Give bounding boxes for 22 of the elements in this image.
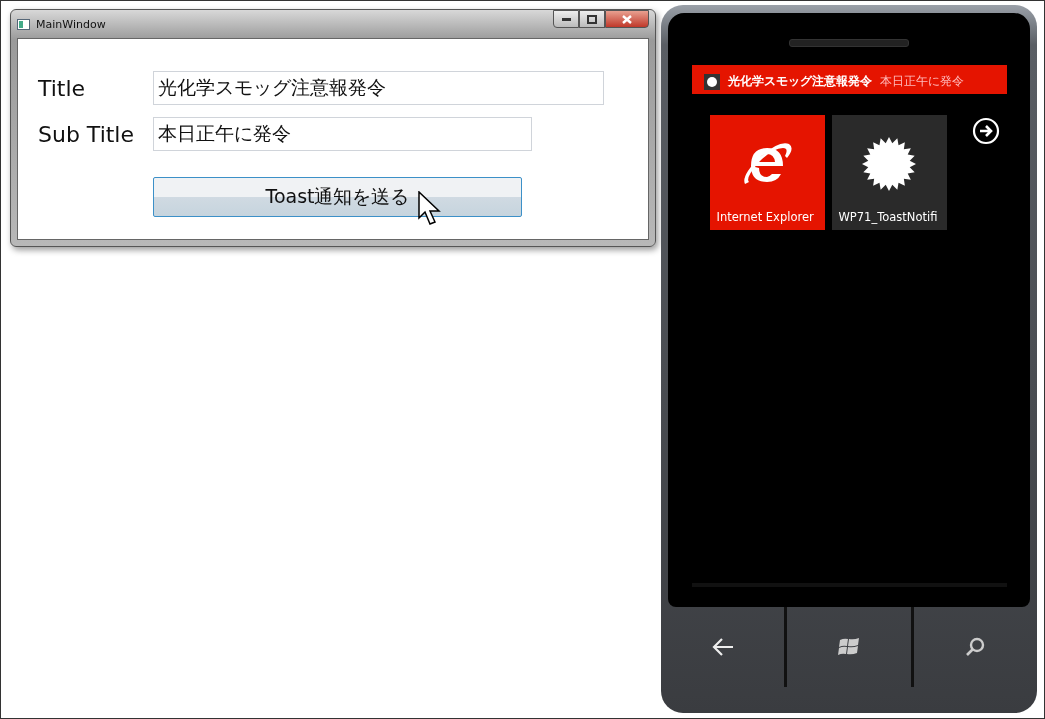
send-toast-button[interactable]: Toast通知を送る: [153, 177, 522, 217]
app-icon: [703, 74, 720, 90]
window-title: MainWindow: [36, 17, 107, 31]
arrow-right-circle-icon[interactable]: [971, 117, 1000, 145]
toast-notification[interactable]: 光化学スモッグ注意報発令 本日正午に発令: [691, 65, 1007, 94]
close-button[interactable]: [605, 10, 649, 28]
toast-title: 光化学スモッグ注意報発令: [727, 73, 872, 90]
minimize-icon: [561, 17, 571, 21]
starburst-icon: [861, 136, 917, 192]
toast-subtitle: 本日正午に発令: [879, 73, 964, 90]
minimize-button[interactable]: [553, 10, 579, 28]
text-field[interactable]: 光化学スモッグ注意報発令: [153, 71, 604, 105]
window-icon: [17, 18, 30, 30]
maximize-icon: [587, 14, 597, 24]
field-label: Title: [38, 75, 87, 101]
close-icon: [622, 14, 632, 24]
app-tile[interactable]: Internet Explorer: [709, 115, 825, 230]
mouse-pointer-icon: [418, 191, 442, 227]
text-field[interactable]: 本日正午に発令: [153, 117, 532, 151]
maximize-button[interactable]: [579, 10, 605, 28]
field-label: Sub Title: [38, 121, 135, 147]
app-tile[interactable]: WP71_ToastNotifi: [831, 115, 947, 230]
